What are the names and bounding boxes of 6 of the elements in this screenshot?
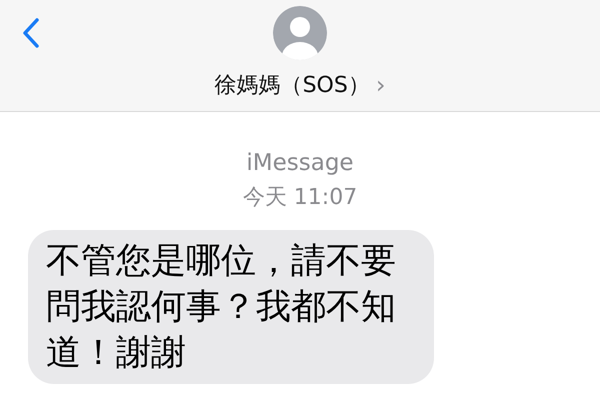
- back-icon[interactable]: [22, 17, 40, 49]
- timestamp: 今天 11:07: [242, 184, 358, 212]
- contact-name[interactable]: 徐媽媽（SOS）: [214, 70, 370, 100]
- message-bubble: 不管您是哪位，請不要問我認何事？我都不知道！謝謝: [28, 230, 434, 384]
- avatar-icon[interactable]: [273, 6, 327, 60]
- service-label: iMessage: [246, 150, 354, 176]
